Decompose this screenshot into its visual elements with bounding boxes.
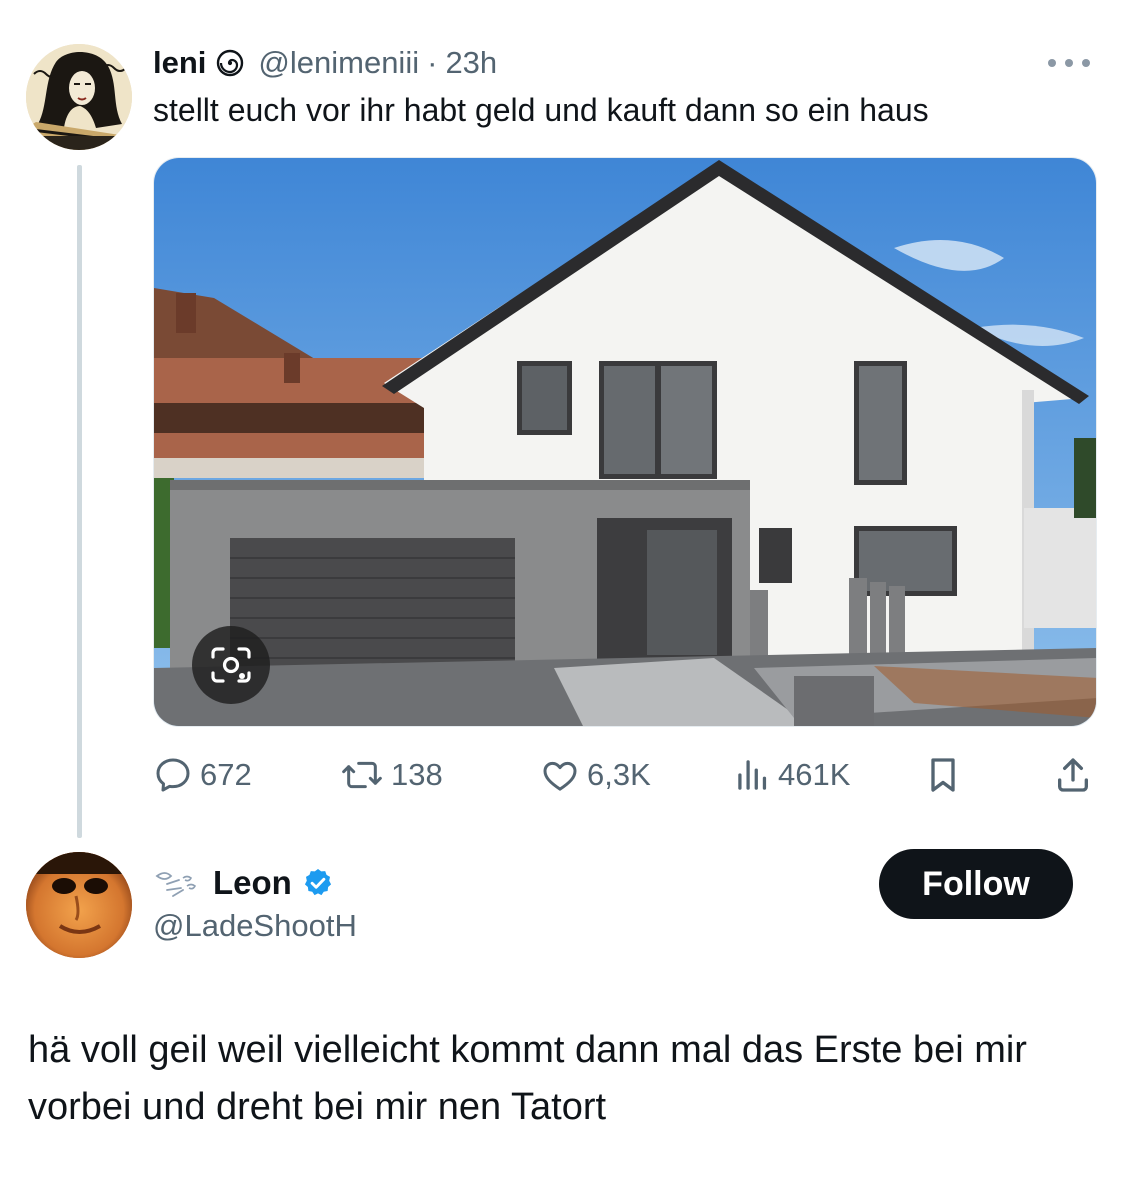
share-upload-icon <box>1058 758 1089 792</box>
verified-badge-icon <box>302 867 334 899</box>
bookmark-icon <box>931 758 955 792</box>
heart-icon <box>543 761 577 791</box>
tweet-time[interactable]: 23h <box>445 45 497 81</box>
share-button[interactable] <box>1054 752 1092 798</box>
avatar-face-photo <box>26 852 132 958</box>
reply-bubble-icon <box>156 758 190 792</box>
reply-text: hä voll geil weil vielleicht kommt dann … <box>28 1029 1027 1128</box>
tweet-text: stellt euch vor ihr habt geld und kauft … <box>153 92 929 128</box>
bookmark-button[interactable] <box>926 752 960 798</box>
like-count: 6,3K <box>587 757 651 792</box>
reply-author-handle[interactable]: @LadeShootH <box>153 908 357 944</box>
repost-arrows-icon <box>342 761 382 789</box>
tweet-header: leni @lenimeniii · 23h <box>153 42 497 84</box>
lens-search-icon[interactable] <box>192 626 270 704</box>
house-photo <box>154 158 1096 726</box>
repost-count: 138 <box>391 757 443 792</box>
header-separator: · <box>427 45 438 80</box>
follow-button[interactable]: Follow <box>879 849 1073 919</box>
like-button[interactable]: 6,3K <box>540 752 651 798</box>
more-dots-icon[interactable] <box>1042 48 1096 78</box>
spiral-emoji-icon <box>216 49 244 77</box>
views-bar-icon <box>738 760 767 790</box>
repost-button[interactable]: 138 <box>340 752 443 798</box>
reply-author-row: Leon <box>153 862 334 904</box>
thread-connector-line <box>77 165 82 838</box>
author-handle[interactable]: @lenimeniii <box>258 45 419 81</box>
reply-count: 672 <box>200 757 252 792</box>
reply-button[interactable]: 672 <box>153 752 252 798</box>
reply-author-name[interactable]: Leon <box>213 864 292 902</box>
views-button[interactable]: 461K <box>735 752 850 798</box>
tweet-image[interactable] <box>153 157 1097 727</box>
author-name[interactable]: leni <box>153 45 206 81</box>
view-count: 461K <box>778 757 851 792</box>
wind-emoji-icon <box>153 866 199 900</box>
avatar-illustration <box>26 44 132 150</box>
reply-author-avatar[interactable] <box>26 852 132 958</box>
author-avatar[interactable] <box>26 44 132 150</box>
